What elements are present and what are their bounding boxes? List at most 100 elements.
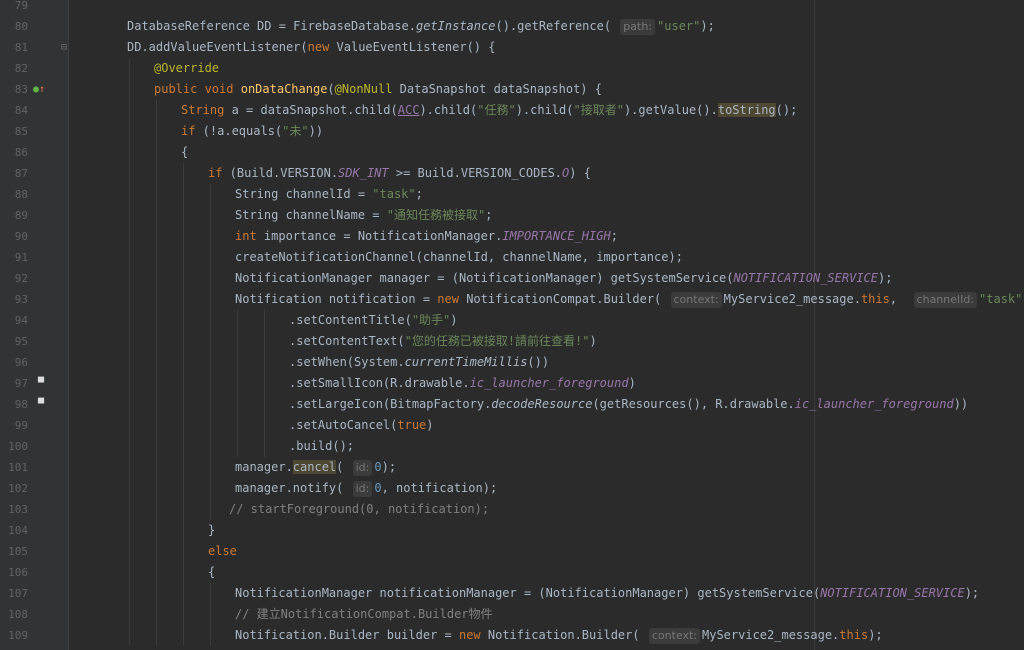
bookmark-icon[interactable]: ▀ <box>38 373 44 394</box>
code-line[interactable]: 85 if (!a.equals("未")) <box>0 121 1024 142</box>
code-text[interactable]: else <box>208 541 237 562</box>
code-line[interactable]: 90 int importance = NotificationManager.I… <box>0 226 1024 247</box>
code-text[interactable]: int importance = NotificationManager.IMP… <box>235 226 618 247</box>
code-line[interactable]: 107 NotificationManager notificationManag… <box>0 583 1024 604</box>
indent-guide <box>129 520 130 541</box>
code-line[interactable]: 97 ▀ .setSmallIcon(R.drawable.ic_launcher_… <box>0 373 1024 394</box>
code-line[interactable]: 84 String a = dataSnapshot.child(ACC).chi… <box>0 100 1024 121</box>
code-text[interactable]: NotificationManager manager = (Notificat… <box>235 268 892 289</box>
code-line[interactable]: 105 else <box>0 541 1024 562</box>
indent-guide <box>129 436 130 457</box>
code-line[interactable]: 94 .setContentTitle("助手") <box>0 310 1024 331</box>
code-line[interactable]: 106 { <box>0 562 1024 583</box>
indent-guide <box>210 268 211 289</box>
code-line[interactable]: 91 createNotificationChannel(channelId, c… <box>0 247 1024 268</box>
code-line[interactable]: 101 manager.cancel( id: 0); <box>0 457 1024 478</box>
code-text[interactable]: Notification notification = new Notifica… <box>235 289 1024 310</box>
code-line[interactable]: 96 .setWhen(System.currentTimeMillis()) <box>0 352 1024 373</box>
line-number: 89 <box>14 209 28 222</box>
indent-guide <box>156 310 157 331</box>
param-hint: path: <box>620 19 656 35</box>
code-text[interactable]: DatabaseReference DD = FirebaseDatabase.… <box>127 16 715 37</box>
code-text[interactable]: .setContentTitle("助手") <box>289 310 458 331</box>
code-line[interactable]: 93 Notification notification = new Notifi… <box>0 289 1024 310</box>
indent-guide <box>183 226 184 247</box>
code-line[interactable]: 79 <box>0 0 1024 16</box>
code-line[interactable]: 104} <box>0 520 1024 541</box>
indent-guide <box>183 478 184 499</box>
code-text[interactable]: .setWhen(System.currentTimeMillis()) <box>289 352 549 373</box>
code-line[interactable]: 86 { <box>0 142 1024 163</box>
code-text[interactable]: @Override <box>154 58 219 79</box>
code-text[interactable]: String channelId = "task"; <box>235 184 423 205</box>
indent-guide <box>183 289 184 310</box>
code-text[interactable]: .build(); <box>289 436 354 457</box>
code-text[interactable]: // startForeground(0, notification); <box>229 499 489 520</box>
line-number: 97 <box>14 377 28 390</box>
code-line[interactable]: 80 DatabaseReference DD = FirebaseDatabas… <box>0 16 1024 37</box>
code-line[interactable]: 108 // 建立NotificationCompat.Builder物件 <box>0 604 1024 625</box>
code-text[interactable]: String channelName = "通知任務被接取"; <box>235 205 492 226</box>
code-text[interactable]: } <box>208 520 215 541</box>
indent-guide <box>129 604 130 625</box>
code-text[interactable]: DD.addValueEventListener(new ValueEventL… <box>127 37 495 58</box>
code-text[interactable]: manager.cancel( id: 0); <box>235 457 396 478</box>
indent-guide <box>129 247 130 268</box>
code-line[interactable]: 81 ⊟ DD.addValueEventListener(new ValueEve… <box>0 37 1024 58</box>
indent-guide <box>129 331 130 352</box>
fold-icon[interactable]: ⊟ <box>61 37 67 58</box>
code-text[interactable]: .setLargeIcon(BitmapFactory.decodeResour… <box>289 394 968 415</box>
code-text[interactable]: { <box>208 562 215 583</box>
code-text[interactable]: .setContentText("您的任務已被接取!請前往查看!") <box>289 331 597 352</box>
code-line[interactable]: 98 ▀ .setLargeIcon(BitmapFactory.decodeRes… <box>0 394 1024 415</box>
code-text[interactable]: .setAutoCancel(true) <box>289 415 434 436</box>
indent-guide <box>183 583 184 604</box>
indent-guide <box>129 142 130 163</box>
indent-guide <box>264 352 265 373</box>
indent-guide <box>183 604 184 625</box>
code-line[interactable]: 82 @Override <box>0 58 1024 79</box>
indent-guide <box>210 604 211 625</box>
code-text[interactable]: if (!a.equals("未")) <box>181 121 323 142</box>
code-line[interactable]: 88 String channelId = "task"; <box>0 184 1024 205</box>
code-text[interactable]: public void onDataChange(@NonNull DataSn… <box>154 79 602 100</box>
indent-guide <box>237 331 238 352</box>
indent-guide <box>183 352 184 373</box>
code-text[interactable]: String a = dataSnapshot.child(ACC).child… <box>181 100 797 121</box>
indent-guide <box>129 583 130 604</box>
indent-guide <box>156 373 157 394</box>
indent-guide <box>264 331 265 352</box>
override-marker-icon[interactable]: ●↑ <box>33 79 45 100</box>
code-text[interactable]: Notification.Builder builder = new Notif… <box>235 625 883 646</box>
indent-guide <box>156 100 157 121</box>
code-line[interactable]: 89 String channelName = "通知任務被接取"; <box>0 205 1024 226</box>
indent-guide <box>210 247 211 268</box>
code-line[interactable]: 103 // startForeground(0, notification); <box>0 499 1024 520</box>
indent-guide <box>237 394 238 415</box>
param-hint: id: <box>352 481 373 497</box>
code-line[interactable]: 95 .setContentText("您的任務已被接取!請前往查看!") <box>0 331 1024 352</box>
code-text[interactable]: if (Build.VERSION.SDK_INT >= Build.VERSI… <box>208 163 591 184</box>
code-line[interactable]: 83 ●↑ public void onDataChange(@NonNull Da… <box>0 79 1024 100</box>
code-line[interactable]: 99 .setAutoCancel(true) <box>0 415 1024 436</box>
indent-guide <box>183 415 184 436</box>
code-text[interactable]: { <box>181 142 188 163</box>
code-text[interactable]: .setSmallIcon(R.drawable.ic_launcher_for… <box>289 373 636 394</box>
code-line[interactable]: 92 NotificationManager manager = (Notific… <box>0 268 1024 289</box>
indent-guide <box>210 436 211 457</box>
indent-guide <box>264 394 265 415</box>
code-text[interactable]: // 建立NotificationCompat.Builder物件 <box>235 604 493 625</box>
line-number: 101 <box>8 461 28 474</box>
bookmark-icon[interactable]: ▀ <box>38 394 44 415</box>
indent-guide <box>210 184 211 205</box>
code-line[interactable]: 100 .build(); <box>0 436 1024 457</box>
code-line[interactable]: 102 manager.notify( id: 0, notification); <box>0 478 1024 499</box>
indent-guide <box>129 373 130 394</box>
code-line[interactable]: 87 if (Build.VERSION.SDK_INT >= Build.VER… <box>0 163 1024 184</box>
code-text[interactable]: NotificationManager notificationManager … <box>235 583 979 604</box>
code-text[interactable]: manager.notify( id: 0, notification); <box>235 478 497 499</box>
code-line[interactable]: 109 Notification.Builder builder = new No… <box>0 625 1024 646</box>
indent-guide <box>156 520 157 541</box>
indent-guide <box>210 583 211 604</box>
code-text[interactable]: createNotificationChannel(channelId, cha… <box>235 247 683 268</box>
